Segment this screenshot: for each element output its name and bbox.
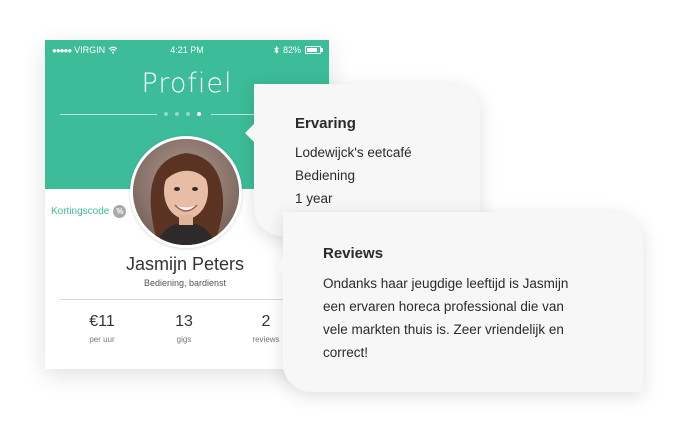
percent-icon: % [113,205,127,218]
page-dot[interactable] [175,112,179,116]
review-text: Ondanks haar jeugdige leeftijd is Jasmij… [323,272,568,364]
discount-code-link[interactable]: Kortingscode % [51,205,127,218]
battery-level [307,48,317,52]
stat-value: 13 [175,313,193,330]
title-divider-left [60,114,157,115]
experience-details: Lodewijck's eetcafé Bediening 1 year [295,141,412,210]
reviews-callout: Reviews Ondanks haar jeugdige leeftijd i… [274,212,643,392]
stat-label: per uur [89,335,115,344]
review-line: een ervaren horeca professional die van [323,299,564,314]
page-dot[interactable] [186,112,190,116]
experience-employer: Lodewijck's eetcafé [295,145,412,160]
stat-gigs[interactable]: 13 gigs [149,313,219,344]
review-line: correct! [323,345,369,360]
page-indicator[interactable] [164,112,201,116]
status-bar: ●●●●● VIRGIN 4:21 PM 82% [45,40,329,60]
page-dot[interactable] [164,112,168,116]
page-dot[interactable] [197,112,201,116]
battery-percentage: 82% [282,45,301,55]
battery-icon [305,46,323,54]
experience-duration: 1 year [295,191,333,206]
avatar [130,136,242,248]
callout-pointer [245,124,254,142]
experience-role: Bediening [295,168,356,183]
avatar-photo [133,139,239,245]
stats-divider [60,299,314,300]
discount-code-label: Kortingscode [51,206,110,217]
stat-hourly-rate: €11 per uur [67,313,137,344]
review-line: vele markten thuis is. Zeer vriendelijk … [323,322,564,337]
stat-value: €11 [89,313,115,330]
experience-title: Ervaring [295,115,356,132]
stat-label: gigs [176,335,192,344]
review-line: Ondanks haar jeugdige leeftijd is Jasmij… [323,276,569,291]
reviews-title: Reviews [323,245,384,262]
bluetooth-icon [274,46,279,54]
callout-pointer [274,257,283,275]
